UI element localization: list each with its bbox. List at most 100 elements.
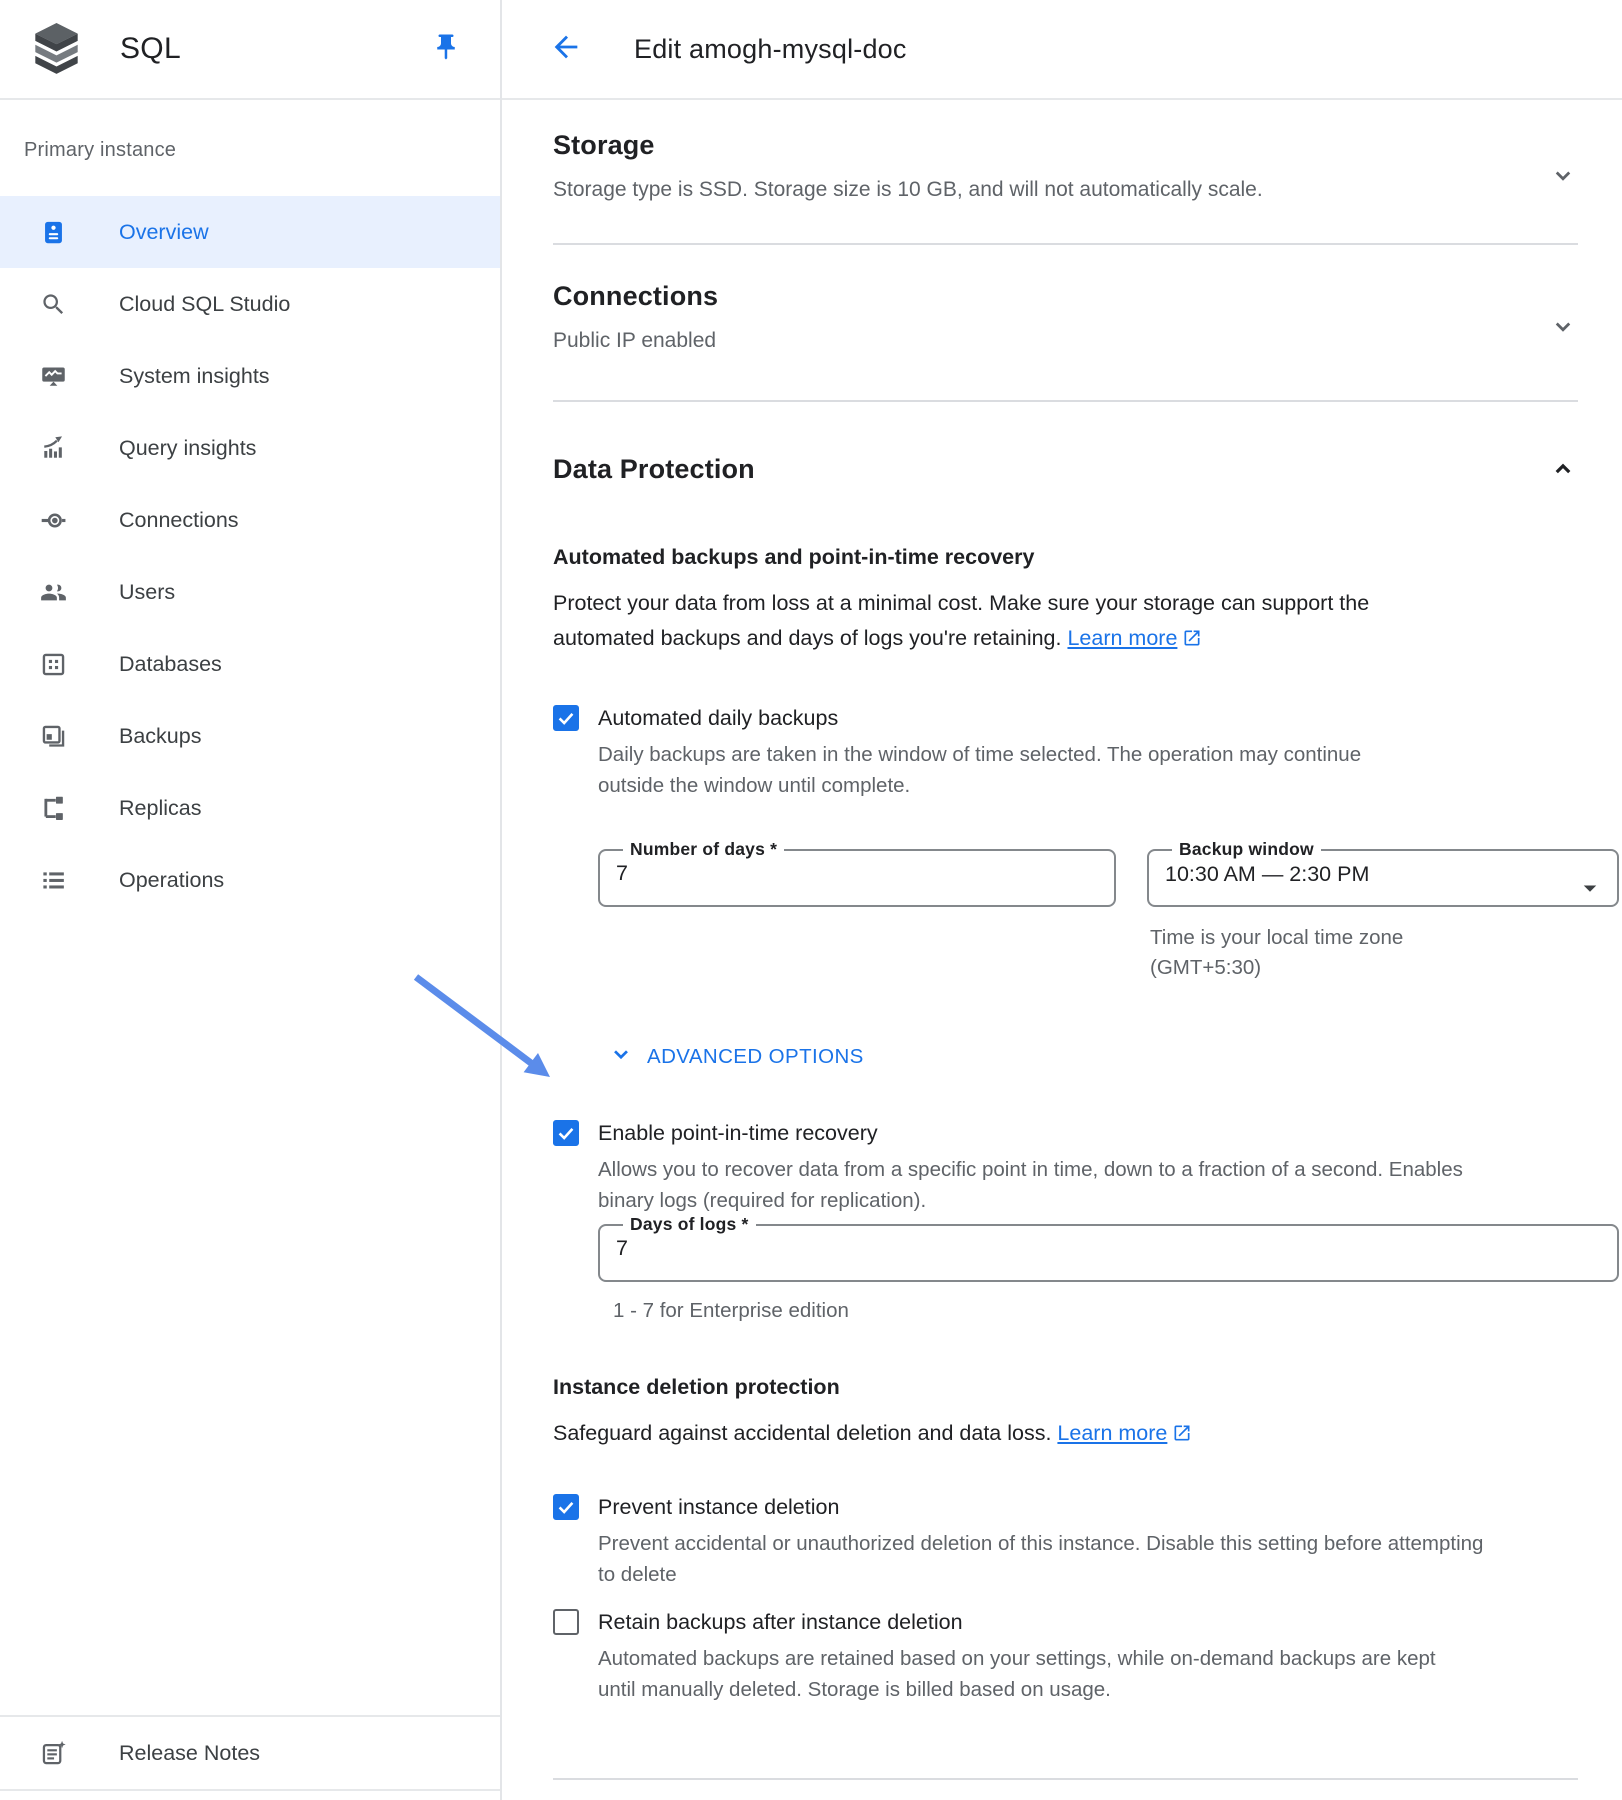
pin-button[interactable] — [428, 31, 464, 67]
advanced-options-toggle[interactable]: ADVANCED OPTIONS — [608, 1041, 1578, 1073]
query-insights-icon — [40, 435, 67, 462]
number-of-days-label: Number of days * — [623, 841, 784, 859]
retain-backups-description: Automated backups are retained based on … — [598, 1643, 1478, 1705]
sidebar: SQL Primary instance Overview Cloud SQL S… — [0, 0, 502, 1800]
point-in-time-recovery-description: Allows you to recover data from a specif… — [598, 1154, 1498, 1216]
sidebar-item-label: System insights — [119, 364, 270, 389]
pin-icon — [431, 32, 461, 67]
automated-daily-backups-checkbox[interactable] — [553, 705, 579, 731]
number-of-days-field: Number of days * — [598, 841, 1116, 907]
replicas-icon — [40, 795, 67, 822]
prevent-deletion-description: Prevent accidental or unauthorized delet… — [598, 1528, 1498, 1590]
search-icon — [40, 291, 67, 318]
overview-icon — [40, 219, 67, 246]
prevent-deletion-label[interactable]: Prevent instance deletion — [598, 1491, 1498, 1523]
cloud-sql-logo-icon — [33, 23, 80, 75]
retain-backups-checkbox[interactable] — [553, 1609, 579, 1635]
arrow-drop-down-icon — [1575, 873, 1605, 908]
sidebar-item-label: Replicas — [119, 796, 201, 821]
advanced-options-label: ADVANCED OPTIONS — [647, 1045, 864, 1069]
sidebar-nav: Primary instance Overview Cloud SQL Studi… — [0, 100, 500, 1715]
point-in-time-recovery-label[interactable]: Enable point-in-time recovery — [598, 1117, 1619, 1149]
section-connections: Connections Public IP enabled — [553, 245, 1578, 402]
deletion-protection-intro: Safeguard against accidental deletion an… — [553, 1416, 1463, 1451]
connections-summary: Public IP enabled — [553, 326, 718, 356]
open-in-new-icon — [1177, 626, 1202, 650]
connections-section-title: Connections — [553, 279, 718, 313]
automated-backups-heading: Automated backups and point-in-time reco… — [553, 542, 1578, 572]
chevron-down-icon — [1548, 311, 1578, 341]
chevron-down-icon — [608, 1041, 634, 1073]
sidebar-item-overview[interactable]: Overview — [0, 196, 500, 268]
sidebar-item-label: Backups — [119, 724, 201, 749]
chevron-up-icon — [1548, 454, 1578, 484]
backup-window-helper: Time is your local time zone (GMT+5:30) — [1150, 923, 1450, 983]
sidebar-item-label: Operations — [119, 868, 224, 893]
main-panel: Edit amogh-mysql-doc Storage Storage typ… — [502, 0, 1622, 1800]
page-header: Edit amogh-mysql-doc — [502, 0, 1622, 100]
data-protection-collapse-button[interactable] — [1548, 454, 1578, 484]
open-in-new-icon — [1167, 1421, 1192, 1445]
sidebar-item-label: Connections — [119, 508, 239, 533]
page-content: Storage Storage type is SSD. Storage siz… — [502, 100, 1622, 1800]
days-of-logs-label: Days of logs * — [623, 1216, 756, 1234]
backup-fields-row: Number of days * Backup window 10:30 AM … — [598, 841, 1619, 907]
learn-more-link[interactable]: Learn more — [1057, 1421, 1192, 1445]
product-name: SQL — [120, 32, 428, 66]
automated-daily-backups-row: Automated daily backups Daily backups ar… — [553, 702, 1578, 983]
sidebar-item-operations[interactable]: Operations — [0, 844, 500, 916]
section-storage: Storage Storage type is SSD. Storage siz… — [553, 128, 1578, 245]
point-in-time-recovery-checkbox[interactable] — [553, 1120, 579, 1146]
days-of-logs-helper: 1 - 7 for Enterprise edition — [613, 1296, 1619, 1326]
prevent-deletion-checkbox[interactable] — [553, 1494, 579, 1520]
sidebar-item-label: Users — [119, 580, 175, 605]
section-data-protection: Data Protection Automated backups and po… — [553, 402, 1578, 1705]
sidebar-section-label: Primary instance — [0, 138, 500, 162]
connections-icon — [40, 507, 67, 534]
chevron-down-icon — [1548, 160, 1578, 190]
days-of-logs-field: Days of logs * — [598, 1216, 1619, 1282]
prevent-deletion-row: Prevent instance deletion Prevent accide… — [553, 1491, 1578, 1590]
number-of-days-input[interactable] — [614, 859, 1100, 886]
operations-icon — [40, 867, 67, 894]
backup-window-label: Backup window — [1172, 841, 1321, 859]
sidebar-item-label: Query insights — [119, 436, 256, 461]
connections-expand-button[interactable] — [1548, 311, 1578, 341]
sidebar-header: SQL — [0, 0, 500, 100]
users-icon — [40, 579, 67, 606]
page-title: Edit amogh-mysql-doc — [634, 34, 907, 65]
section-divider — [553, 1778, 1578, 1780]
sidebar-item-system-insights[interactable]: System insights — [0, 340, 500, 412]
arrow-back-icon — [549, 30, 583, 69]
sidebar-item-label: Cloud SQL Studio — [119, 292, 290, 317]
retain-backups-label[interactable]: Retain backups after instance deletion — [598, 1606, 1478, 1638]
sidebar-item-databases[interactable]: Databases — [0, 628, 500, 700]
back-button[interactable] — [546, 29, 586, 69]
release-notes-icon — [40, 1740, 67, 1767]
point-in-time-recovery-row: Enable point-in-time recovery Allows you… — [553, 1117, 1578, 1326]
backup-window-select[interactable]: Backup window 10:30 AM — 2:30 PM — [1147, 841, 1619, 907]
sidebar-item-cloud-sql-studio[interactable]: Cloud SQL Studio — [0, 268, 500, 340]
sidebar-item-release-notes[interactable]: Release Notes — [0, 1717, 500, 1789]
storage-summary: Storage type is SSD. Storage size is 10 … — [553, 175, 1263, 205]
sidebar-item-label: Overview — [119, 220, 209, 245]
backups-icon — [40, 723, 67, 750]
data-protection-section-title: Data Protection — [553, 452, 755, 486]
automated-daily-backups-label[interactable]: Automated daily backups — [598, 702, 1619, 734]
learn-more-link[interactable]: Learn more — [1067, 626, 1202, 650]
days-of-logs-input[interactable] — [614, 1234, 1603, 1261]
sidebar-item-replicas[interactable]: Replicas — [0, 772, 500, 844]
sidebar-item-backups[interactable]: Backups — [0, 700, 500, 772]
sidebar-item-connections[interactable]: Connections — [0, 484, 500, 556]
storage-section-title: Storage — [553, 128, 1263, 162]
sidebar-item-label: Release Notes — [119, 1741, 260, 1766]
backup-window-value: 10:30 AM — 2:30 PM — [1163, 859, 1603, 887]
automated-daily-backups-description: Daily backups are taken in the window of… — [598, 739, 1428, 801]
sidebar-item-label: Databases — [119, 652, 222, 677]
sidebar-item-users[interactable]: Users — [0, 556, 500, 628]
sidebar-item-query-insights[interactable]: Query insights — [0, 412, 500, 484]
automated-backups-intro: Protect your data from loss at a minimal… — [553, 586, 1463, 656]
storage-expand-button[interactable] — [1548, 160, 1578, 190]
retain-backups-row: Retain backups after instance deletion A… — [553, 1606, 1578, 1705]
sidebar-footer: Release Notes — [0, 1715, 500, 1791]
